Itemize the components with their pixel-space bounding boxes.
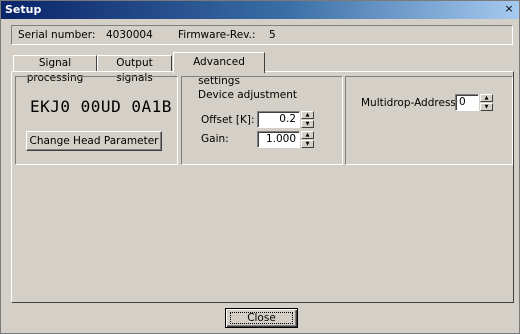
tab-signal-processing[interactable]: Signal processing [13,55,97,84]
gain-input[interactable]: 1.000 [257,131,300,148]
title-bar[interactable]: Setup × [1,1,519,19]
multidrop-address-label: Multidrop-Address: [361,97,460,109]
multidrop-spinner[interactable]: ▲ ▼ [480,94,493,111]
multidrop-spin-up-icon[interactable]: ▲ [480,94,493,102]
change-head-parameter-button[interactable]: Change Head Parameter [26,131,162,151]
tab-strip: Signal processing Output signals Advance… [13,52,513,87]
gain-spin-down-icon[interactable]: ▼ [301,140,314,148]
offset-spinner[interactable]: ▲ ▼ [301,111,314,128]
serial-number-label: Serial number: [18,29,96,41]
firmware-rev-label: Firmware-Rev.: [178,29,256,41]
gain-spin-up-icon[interactable]: ▲ [301,131,314,139]
head-code: EKJ0 00UD 0A1B [30,97,172,116]
close-window-icon[interactable]: × [503,3,515,15]
multidrop-spin-down-icon[interactable]: ▼ [480,103,493,111]
offset-spin-down-icon[interactable]: ▼ [301,120,314,128]
close-button-label: Close [230,312,293,324]
offset-label: Offset [K]: [201,114,255,126]
window-title: Setup [5,3,42,16]
tab-output-signals[interactable]: Output signals [97,55,172,84]
close-button[interactable]: Close [225,308,298,328]
multidrop-group [345,76,513,165]
firmware-rev-value: 5 [269,29,276,41]
head-parameter-group [15,76,178,165]
serial-number-value: 4030004 [106,29,153,41]
offset-input[interactable]: 0.2 [257,111,300,128]
multidrop-address-input[interactable]: 0 [455,94,479,111]
device-info-bar: Serial number: 4030004 Firmware-Rev.: 5 [11,25,513,45]
setup-window: Setup × Serial number: 4030004 Firmware-… [0,0,520,334]
gain-label: Gain: [201,133,229,145]
gain-spinner[interactable]: ▲ ▼ [301,131,314,148]
offset-spin-up-icon[interactable]: ▲ [301,111,314,119]
tab-advanced-settings[interactable]: Advanced settings [173,52,265,87]
